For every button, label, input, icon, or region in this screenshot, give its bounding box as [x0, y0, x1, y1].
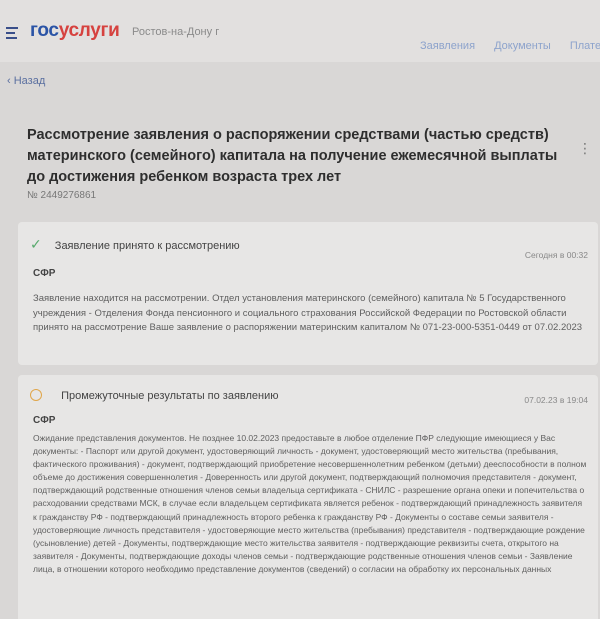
chevron-left-icon: ‹	[7, 75, 14, 87]
event-status-row: Промежуточные результаты по заявлению	[30, 389, 279, 402]
event-text: Ожидание представления документов. Не по…	[33, 433, 587, 574]
nav-payments[interactable]: Платеж	[570, 40, 600, 52]
event-status-row: ✓ Заявление принято к рассмотрению	[30, 236, 240, 253]
city-selector[interactable]: Ростов-на-Дону г	[132, 26, 219, 38]
top-nav: Заявления Документы Платеж	[420, 40, 600, 52]
site-header: госуслуги Ростов-на-Дону г Заявления Док…	[0, 0, 600, 62]
event-date: 07.02.23 в 19:04	[524, 395, 588, 405]
nav-applications[interactable]: Заявления	[420, 40, 475, 52]
event-status: Промежуточные результаты по заявлению	[61, 390, 279, 402]
nav-documents[interactable]: Документы	[494, 40, 551, 52]
event-date: Сегодня в 00:32	[524, 250, 588, 260]
event-text: Заявление находится на рассмотрении. Отд…	[33, 293, 583, 333]
menu-icon[interactable]	[6, 27, 18, 42]
event-sender: СФР	[33, 415, 56, 426]
gosuslugi-logo[interactable]: госуслуги	[30, 20, 120, 42]
check-icon: ✓	[30, 236, 42, 252]
back-link[interactable]: ‹ Назад	[7, 75, 45, 87]
more-options-icon[interactable]: ⋮	[578, 140, 592, 157]
event-status: Заявление принято к рассмотрению	[54, 240, 240, 252]
event-sender: СФР	[33, 268, 56, 279]
event-card-intermediate: Промежуточные результаты по заявлению 07…	[18, 375, 598, 619]
clock-icon	[30, 389, 42, 401]
page-title: Рассмотрение заявления о распоряжении ср…	[27, 127, 558, 185]
event-card-accepted: ✓ Заявление принято к рассмотрению Сегод…	[18, 222, 598, 365]
application-number: № 2449276861	[27, 190, 97, 201]
